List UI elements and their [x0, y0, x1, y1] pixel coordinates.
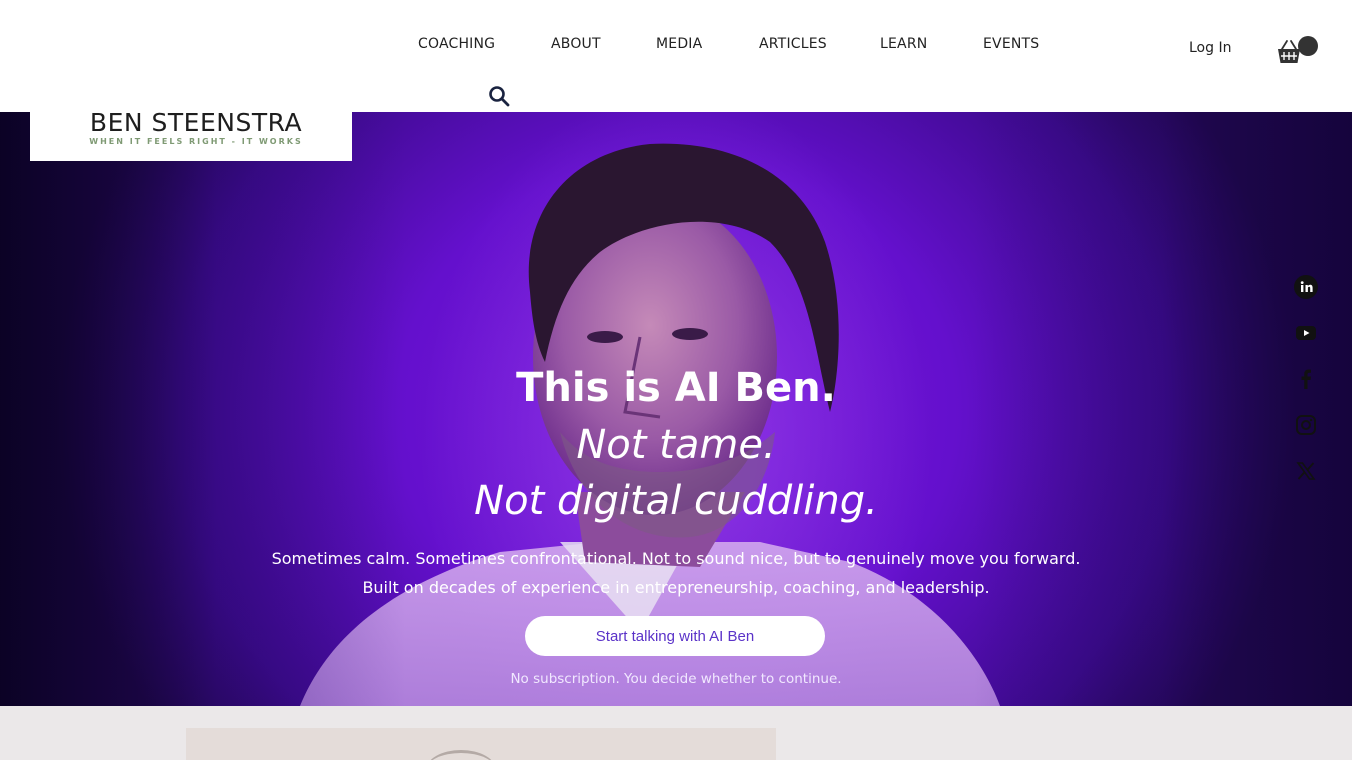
cart-count-badge [1298, 36, 1318, 56]
facebook-icon[interactable] [1294, 367, 1318, 391]
cart-button[interactable] [1276, 36, 1320, 66]
instagram-icon[interactable] [1294, 413, 1318, 437]
login-link[interactable]: Log In [1189, 40, 1231, 56]
nav-item-media[interactable]: MEDIA [656, 36, 702, 52]
nav-item-about[interactable]: ABOUT [551, 36, 601, 52]
site-header: COACHING ABOUT MEDIA ARTICLES LEARN EVEN… [0, 0, 1352, 112]
hero-subtitle-line-2: Not digital cuddling. [474, 478, 878, 524]
x-icon[interactable] [1294, 459, 1318, 483]
hero-title: This is AI Ben. [516, 365, 836, 411]
hero-description-line-2: Built on decades of experience in entrep… [362, 578, 990, 597]
next-section-image-detail [426, 750, 496, 760]
hero-section: This is AI Ben. Not tame. Not digital cu… [0, 112, 1352, 706]
next-section-image [186, 728, 776, 760]
linkedin-icon[interactable] [1294, 275, 1318, 299]
nav-item-events[interactable]: EVENTS [983, 36, 1039, 52]
hero-subtitle-line-1: Not tame. [576, 422, 776, 468]
site-logo[interactable]: BEN STEENSTRA WHEN IT FEELS RIGHT - IT W… [30, 100, 352, 161]
hero-description-line-1: Sometimes calm. Sometimes confrontationa… [271, 549, 1081, 568]
start-talking-button[interactable]: Start talking with AI Ben [525, 616, 825, 656]
nav-item-coaching[interactable]: COACHING [418, 36, 495, 52]
hero-note: No subscription. You decide whether to c… [510, 671, 842, 687]
next-section [0, 706, 1352, 760]
nav-item-learn[interactable]: LEARN [880, 36, 927, 52]
youtube-icon[interactable] [1294, 321, 1318, 345]
logo-tagline: WHEN IT FEELS RIGHT - IT WORKS [89, 137, 303, 146]
search-icon[interactable] [487, 84, 511, 108]
nav-item-articles[interactable]: ARTICLES [759, 36, 827, 52]
logo-name: BEN STEENSTRA [89, 108, 303, 137]
